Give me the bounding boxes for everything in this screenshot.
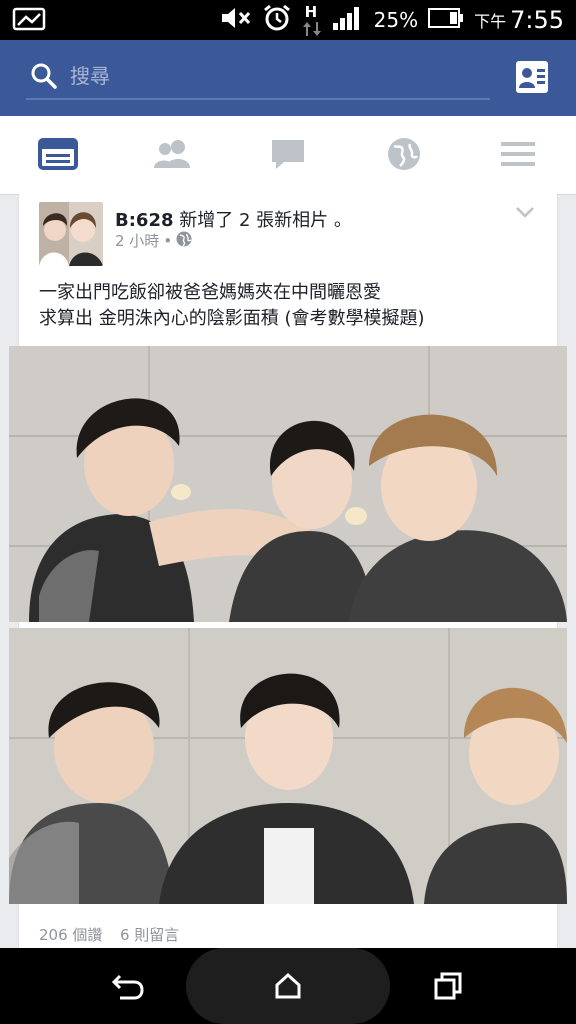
home-button[interactable] — [186, 948, 390, 1024]
signal-icon — [332, 5, 364, 35]
author-name[interactable]: B:628 — [115, 210, 174, 231]
clock-ampm: 下午 — [474, 12, 507, 31]
tab-messages[interactable] — [268, 136, 308, 176]
comments-count[interactable]: 6 則留言 — [120, 926, 179, 944]
friends-icon — [152, 140, 192, 176]
hamburger-menu-icon — [500, 142, 536, 176]
public-globe-icon — [176, 231, 192, 251]
post-meta: 2 小時 • — [115, 230, 192, 251]
post-photo[interactable] — [9, 346, 567, 622]
recent-apps-icon — [434, 972, 462, 1004]
post-photo[interactable] — [9, 628, 567, 904]
avatar[interactable] — [39, 202, 103, 266]
tab-news-feed[interactable] — [38, 136, 78, 176]
tab-menu[interactable] — [500, 136, 540, 176]
profile-card-icon[interactable] — [515, 60, 549, 98]
tab-notifications[interactable] — [384, 136, 424, 176]
image-notification-icon — [12, 6, 46, 36]
mute-icon — [220, 5, 252, 35]
post-message-line: 求算出 金明洙內心的陰影面積 (會考數學模擬題) — [39, 308, 425, 329]
status-bar: H 25% 下午 7:55 — [0, 0, 576, 40]
recent-apps-button[interactable] — [434, 972, 462, 1004]
search-input[interactable]: 搜尋 — [70, 60, 110, 89]
messages-icon — [268, 140, 308, 176]
search-icon[interactable] — [30, 62, 58, 94]
back-button[interactable] — [111, 972, 144, 1004]
system-navigation-bar — [0, 948, 576, 1024]
home-icon — [274, 972, 302, 1004]
post-card: B:628 新增了 2 張新相片 。 2 小時 • 一家出門吃飯卻被爸爸媽媽夾在… — [9, 194, 567, 954]
post-message: 一家出門吃飯卻被爸爸媽媽夾在中間曬恩愛 求算出 金明洙內心的陰影面積 (會考數學… — [39, 280, 549, 332]
search-underline — [26, 98, 490, 100]
post-header-line: B:628 新增了 2 張新相片 。 — [115, 206, 352, 232]
clock-time: 7:55 — [510, 6, 564, 34]
post-action: 新增了 2 張新相片 。 — [179, 210, 352, 231]
search-header: 搜尋 — [0, 40, 576, 116]
post-stats: 206 個讚 6 則留言 — [39, 924, 179, 945]
likes-count[interactable]: 206 個讚 — [39, 926, 102, 944]
post-message-line: 一家出門吃飯卻被爸爸媽媽夾在中間曬恩愛 — [39, 282, 381, 303]
battery-icon — [428, 7, 464, 33]
battery-percent: 25% — [373, 8, 419, 32]
meta-separator: • — [163, 231, 173, 250]
back-icon — [111, 974, 144, 1004]
alarm-icon — [262, 3, 292, 37]
chevron-down-icon[interactable] — [515, 204, 535, 223]
news-feed-icon — [38, 138, 78, 176]
tab-bar — [0, 116, 576, 195]
post-time[interactable]: 2 小時 — [115, 230, 159, 251]
globe-icon — [384, 138, 424, 176]
tab-friends[interactable] — [152, 136, 192, 176]
network-type-icon: H — [302, 3, 322, 37]
